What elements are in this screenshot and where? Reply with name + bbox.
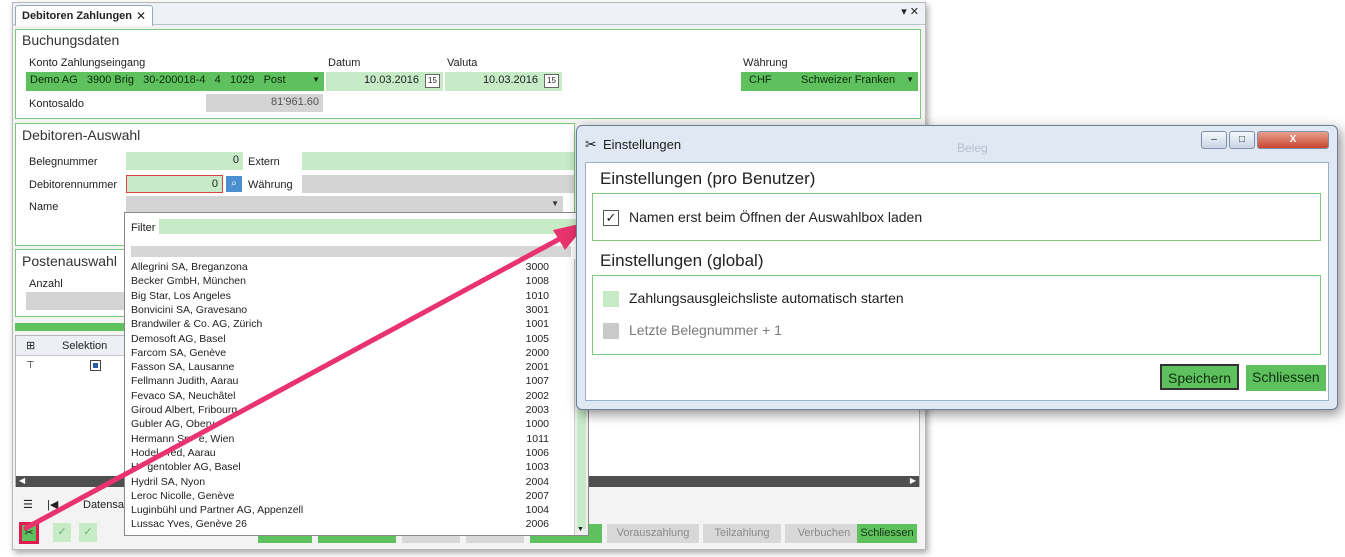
belegnummer-option-label: Letzte Belegnummer + 1	[629, 322, 782, 338]
speichern-button[interactable]: Speichern	[1160, 364, 1240, 390]
dialog-body: Einstellungen (pro Benutzer) ✓ Namen ers…	[585, 162, 1329, 401]
dialog-schliessen-button[interactable]: Schliessen	[1246, 365, 1326, 391]
belegnummer-checkbox[interactable]	[603, 323, 619, 339]
global-settings-group: Zahlungsausgleichsliste automatisch star…	[592, 275, 1321, 355]
section-global-title: Einstellungen (global)	[600, 251, 764, 270]
user-settings-group: ✓ Namen erst beim Öffnen der Auswahlbox …	[592, 193, 1321, 241]
names-checkbox[interactable]: ✓	[603, 210, 619, 226]
section-user-title: Einstellungen (pro Benutzer)	[600, 169, 816, 188]
autostart-checkbox[interactable]	[603, 291, 619, 307]
autostart-option-label: Zahlungsausgleichsliste automatisch star…	[629, 290, 904, 306]
background-beleg-text: Beleg	[957, 141, 988, 155]
names-option-label: Namen erst beim Öffnen der Auswahlbox la…	[629, 209, 923, 225]
einstellungen-dialog: ✂ Einstellungen Beleg – □ X Einstellunge…	[576, 125, 1338, 410]
minimize-button[interactable]: –	[1201, 131, 1227, 149]
dialog-title: Einstellungen	[603, 137, 682, 152]
maximize-button[interactable]: □	[1229, 131, 1255, 149]
tools-icon: ✂	[585, 136, 597, 152]
close-window-button[interactable]: X	[1257, 131, 1329, 149]
